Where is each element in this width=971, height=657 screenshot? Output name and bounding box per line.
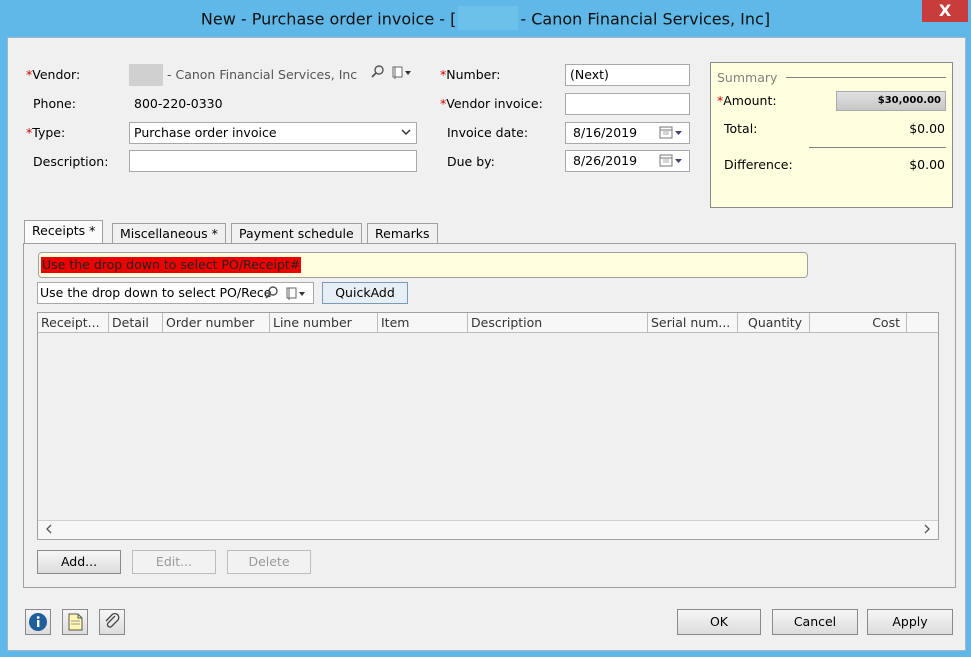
redacted-block <box>458 6 519 30</box>
summary-divider <box>786 77 946 78</box>
po-receipt-value: Use the drop down to select PO/Rece <box>40 285 272 300</box>
title-bar: New - Purchase order invoice - [ - Canon … <box>0 0 971 37</box>
invoice-date-value: 8/16/2019 <box>573 125 638 140</box>
edit-button[interactable]: Edit... <box>132 550 216 574</box>
info-icon <box>29 613 47 631</box>
apply-button[interactable]: Apply <box>867 609 953 635</box>
tab-receipts[interactable]: Receipts * <box>24 220 104 244</box>
warning-message: Use the drop down to select PO/Receipt# <box>41 257 302 273</box>
column-header-quantity[interactable]: Quantity <box>738 313 810 332</box>
column-header-order-number[interactable]: Order number <box>163 313 270 332</box>
scroll-right-icon[interactable] <box>922 522 932 539</box>
amount-label-text: Amount: <box>723 93 777 108</box>
vendor-value: - Canon Financial Services, Inc <box>166 67 358 82</box>
attachment-button[interactable] <box>99 609 125 635</box>
window-title: New - Purchase order invoice - [ - Canon … <box>0 6 971 32</box>
search-icon[interactable] <box>371 64 385 86</box>
ok-button[interactable]: OK <box>677 609 761 635</box>
search-icon[interactable] <box>265 286 279 304</box>
due-by-date-picker[interactable]: 8/26/2019 <box>565 150 690 172</box>
horizontal-scrollbar[interactable] <box>38 520 938 539</box>
invoice-date-label: Invoice date: <box>447 125 529 140</box>
vendor-invoice-label-text: Vendor invoice: <box>446 96 543 111</box>
type-value: Purchase order invoice <box>134 125 277 140</box>
warning-bar: Use the drop down to select PO/Receipt# <box>38 252 808 278</box>
info-button[interactable] <box>25 609 51 635</box>
add-button[interactable]: Add... <box>37 550 121 574</box>
document-icon <box>68 613 83 631</box>
column-header-description[interactable]: Description <box>468 313 648 332</box>
column-header-detail[interactable]: Detail <box>109 313 163 332</box>
type-label-text: Type: <box>32 125 66 140</box>
difference-label: Difference: <box>724 157 793 172</box>
window-title-prefix: New - Purchase order invoice - [ <box>200 9 457 29</box>
amount-input[interactable]: $30,000.00 <box>836 91 946 111</box>
phone-value: 800-220-0330 <box>134 96 223 111</box>
grid-header: Receipt... Detail Order number Line numb… <box>38 313 938 333</box>
redacted-block <box>129 64 163 86</box>
delete-button[interactable]: Delete <box>227 550 311 574</box>
close-button[interactable]: X <box>922 0 968 22</box>
total-value: $0.00 <box>909 121 945 136</box>
column-header-item[interactable]: Item <box>378 313 468 332</box>
invoice-date-picker[interactable]: 8/16/2019 <box>565 122 690 144</box>
amount-label: *Amount: <box>717 93 777 108</box>
vendor-label: *Vendor: <box>26 67 80 82</box>
vendor-label-text: Vendor: <box>32 67 81 82</box>
dialog-body: *Vendor: - Canon Financial Services, Inc… <box>7 37 966 651</box>
close-icon: X <box>938 1 952 20</box>
document-button[interactable] <box>62 609 88 635</box>
calendar-dropdown-icon[interactable] <box>659 126 685 143</box>
column-header-receipt[interactable]: Receipt... <box>38 313 109 332</box>
tab-payment-schedule[interactable]: Payment schedule <box>231 223 362 244</box>
summary-panel: Summary *Amount: $30,000.00 Total: $0.00… <box>710 62 953 208</box>
quickadd-button[interactable]: QuickAdd <box>322 282 408 304</box>
calendar-dropdown-icon[interactable] <box>659 154 685 171</box>
due-by-value: 8/26/2019 <box>573 153 638 168</box>
vendor-field[interactable]: - Canon Financial Services, Inc <box>129 64 417 86</box>
type-label: *Type: <box>26 125 65 140</box>
paperclip-icon <box>105 613 120 628</box>
scroll-left-icon[interactable] <box>44 522 54 539</box>
column-header-cost[interactable]: Cost <box>810 313 907 332</box>
flag-dropdown-icon[interactable] <box>391 64 413 86</box>
column-header-line-number[interactable]: Line number <box>270 313 378 332</box>
type-select[interactable]: Purchase order invoice <box>129 122 417 144</box>
summary-separator <box>809 147 946 148</box>
grid-body <box>38 333 938 519</box>
description-label: Description: <box>33 154 109 169</box>
number-label: *Number: <box>440 67 500 82</box>
total-label: Total: <box>724 121 758 136</box>
difference-value: $0.00 <box>909 157 945 172</box>
number-label-text: Number: <box>446 67 501 82</box>
vendor-invoice-input[interactable] <box>565 93 690 115</box>
column-header-serial-number[interactable]: Serial num... <box>648 313 738 332</box>
description-input[interactable] <box>129 150 417 172</box>
window-title-suffix: - Canon Financial Services, Inc] <box>520 9 771 29</box>
number-input[interactable]: (Next) <box>565 64 690 86</box>
flag-dropdown-icon[interactable] <box>285 286 307 304</box>
chevron-down-icon <box>400 125 412 143</box>
due-by-label: Due by: <box>447 154 495 169</box>
receipts-panel: Use the drop down to select PO/Receipt# … <box>23 243 956 588</box>
summary-title: Summary <box>717 70 778 85</box>
vendor-invoice-label: *Vendor invoice: <box>440 96 543 111</box>
tab-remarks[interactable]: Remarks <box>367 223 438 244</box>
tab-miscellaneous[interactable]: Miscellaneous * <box>112 223 226 244</box>
cancel-button[interactable]: Cancel <box>772 609 858 635</box>
receipts-grid: Receipt... Detail Order number Line numb… <box>37 312 939 540</box>
phone-label: Phone: <box>33 96 76 111</box>
